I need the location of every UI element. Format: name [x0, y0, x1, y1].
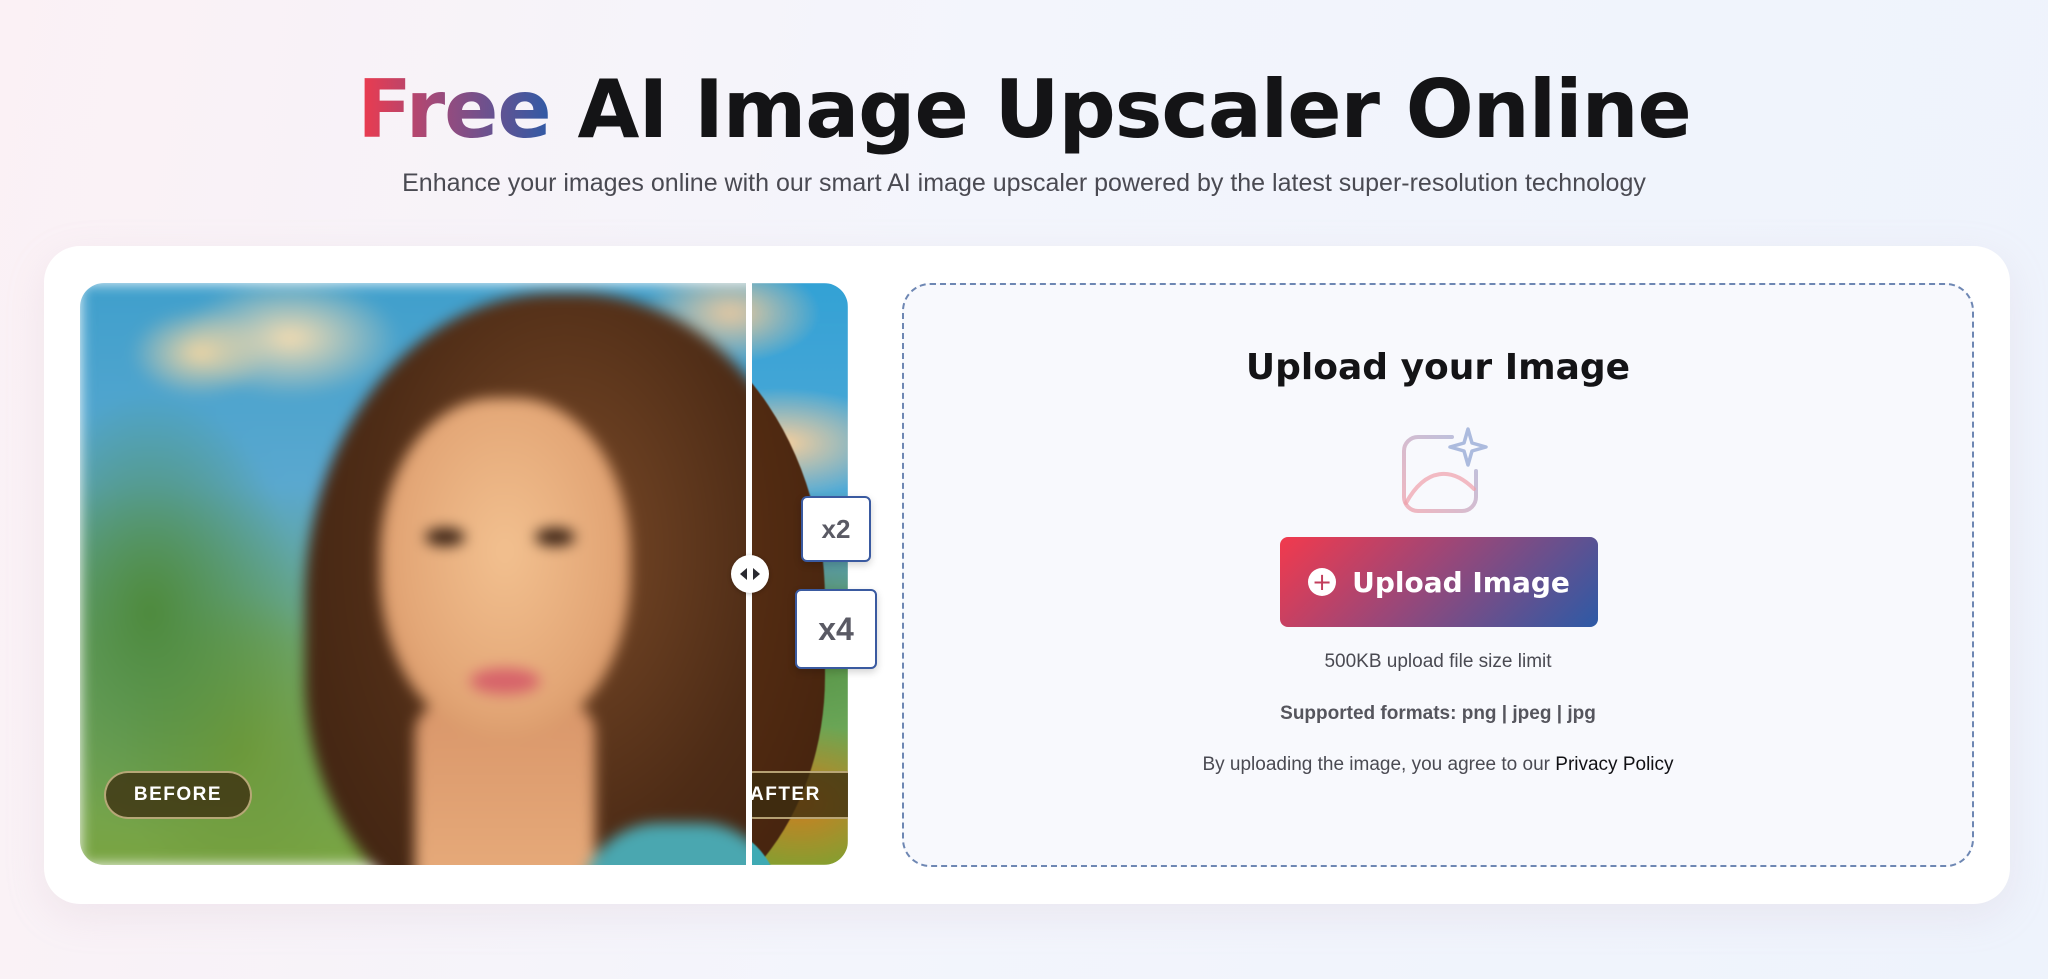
after-label-clip: AFTER	[752, 283, 848, 865]
page-title: Free AI Image Upscaler Online	[0, 62, 2048, 158]
file-size-limit: 500KB upload file size limit	[1324, 651, 1552, 672]
privacy-policy-link[interactable]: Privacy Policy	[1555, 754, 1673, 775]
upload-image-button[interactable]: + Upload Image	[1280, 537, 1598, 627]
scale-x4-button[interactable]: x4	[795, 589, 877, 669]
title-rest: AI Image Upscaler Online	[550, 63, 1692, 156]
after-label: AFTER	[752, 771, 848, 819]
page-subtitle: Enhance your images online with our smar…	[402, 169, 1646, 197]
upload-dropzone[interactable]: Upload your Image + Upload Image 500KB u…	[902, 283, 1974, 867]
privacy-notice: By uploading the image, you agree to our…	[904, 752, 1972, 778]
privacy-notice-text: By uploading the image, you agree to our	[1202, 754, 1556, 775]
scale-x2-button[interactable]: x2	[801, 496, 871, 562]
tool-card: BEFORE AFTER x2 x4 Upload your Image + U…	[44, 246, 2010, 904]
upload-title: Upload your Image	[1245, 347, 1631, 388]
image-sparkle-icon	[1396, 423, 1492, 519]
supported-formats: Supported formats: png | jpeg | jpg	[1280, 703, 1596, 724]
plus-circle-icon: +	[1308, 568, 1337, 596]
title-highlight: Free	[357, 63, 551, 156]
before-label: BEFORE	[104, 771, 252, 819]
upload-button-label: Upload Image	[1352, 565, 1570, 599]
before-after-comparison[interactable]: BEFORE AFTER	[80, 283, 848, 865]
